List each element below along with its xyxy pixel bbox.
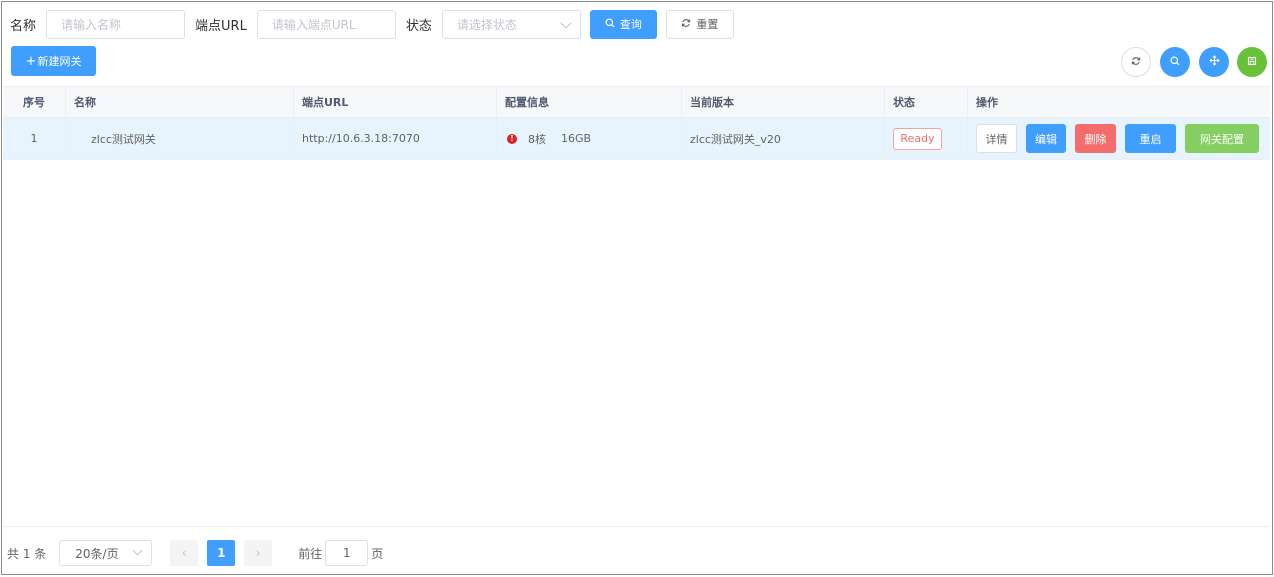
delete-button[interactable]: 删除 [1075, 124, 1116, 153]
status-badge: Ready [893, 127, 942, 150]
edit-button[interactable]: 编辑 [1026, 124, 1066, 153]
row-status-cell: Ready [885, 118, 968, 159]
header-index: 序号 [3, 87, 66, 117]
pagination-total: 共 1 条 [7, 546, 47, 561]
save-icon [1247, 56, 1257, 69]
table-row[interactable]: 1 zlcc测试网关 http://10.6.3.18:7070 ! 8核 16… [3, 118, 1270, 160]
warning-icon[interactable]: ! [507, 133, 517, 144]
add-gateway-button-label: 新建网关 [37, 55, 82, 68]
export-button[interactable] [1237, 47, 1267, 77]
url-label: 端点URL [195, 18, 247, 34]
reset-button[interactable]: 重置 [665, 9, 734, 39]
column-settings-button[interactable] [1199, 47, 1229, 77]
refresh-table-button[interactable] [1121, 47, 1151, 77]
page-number-current[interactable]: 1 [207, 540, 236, 566]
goto-label: 前往 [298, 546, 323, 561]
chevron-down-icon [132, 545, 143, 556]
header-version: 当前版本 [682, 87, 885, 117]
chevron-left-icon: ‹ [181, 545, 187, 561]
header-actions: 操作 [976, 96, 998, 109]
chevron-down-icon [560, 16, 572, 29]
row-index: 1 [3, 118, 66, 159]
chevron-right-icon: › [255, 545, 261, 561]
detail-button[interactable]: 详情 [976, 124, 1017, 153]
status-select[interactable]: 请选择状态 [441, 9, 581, 39]
search-bar: 名称 请输入名称 端点URL 请输入端点URL 状态 请选择状态 查询 重置 [10, 9, 734, 39]
status-select-placeholder: 请选择状态 [456, 17, 517, 32]
gateway-table: 序号 名称 端点URL 配置信息 当前版本 状态 操作 1 zlcc测试网关 h… [3, 86, 1270, 160]
move-icon [1208, 55, 1220, 69]
url-input[interactable]: 请输入端点URL [256, 9, 396, 39]
header-url: 端点URL [294, 87, 497, 117]
pagination-divider [3, 526, 1270, 527]
pagination: 共 1 条 20条/页 ‹ 1 › 前往 1 页 [7, 540, 383, 566]
query-button-label: 查询 [619, 18, 642, 31]
restart-button[interactable]: 重启 [1125, 124, 1176, 153]
gateway-config-button[interactable]: 网关配置 [1185, 124, 1259, 153]
row-version: zlcc测试网关_v20 [682, 118, 885, 159]
header-name: 名称 [66, 87, 294, 117]
search-icon [605, 18, 615, 31]
row-actions: 详情 编辑 删除 重启 网关配置 [968, 118, 1270, 159]
refresh-icon [681, 18, 691, 31]
prev-page-button[interactable]: ‹ [170, 540, 199, 566]
page-size-select[interactable]: 20条/页 [59, 540, 153, 566]
header-status: 状态 [885, 87, 968, 117]
row-url: http://10.6.3.18:7070 [294, 118, 497, 159]
plus-icon: + [25, 53, 37, 69]
goto-page-input[interactable]: 1 [325, 540, 369, 566]
name-label: 名称 [10, 18, 37, 34]
status-label: 状态 [405, 18, 432, 34]
next-page-button[interactable]: › [244, 540, 273, 566]
page-suffix-label: 页 [371, 546, 384, 561]
toggle-search-button[interactable] [1160, 47, 1190, 77]
row-cpu: 8核 [528, 132, 546, 146]
header-config: 配置信息 [497, 87, 682, 117]
page-size-value: 20条/页 [75, 546, 119, 561]
row-memory: 16GB [561, 132, 592, 145]
table-header: 序号 名称 端点URL 配置信息 当前版本 状态 操作 [3, 86, 1270, 118]
refresh-icon [1131, 56, 1141, 69]
row-config: ! 8核 16GB [497, 118, 682, 159]
name-input[interactable]: 请输入名称 [46, 9, 186, 39]
row-name: zlcc测试网关 [66, 118, 294, 159]
search-icon [1170, 56, 1180, 69]
reset-button-label: 重置 [696, 18, 719, 31]
query-button[interactable]: 查询 [589, 9, 657, 39]
add-gateway-button[interactable]: + 新建网关 [11, 46, 96, 76]
